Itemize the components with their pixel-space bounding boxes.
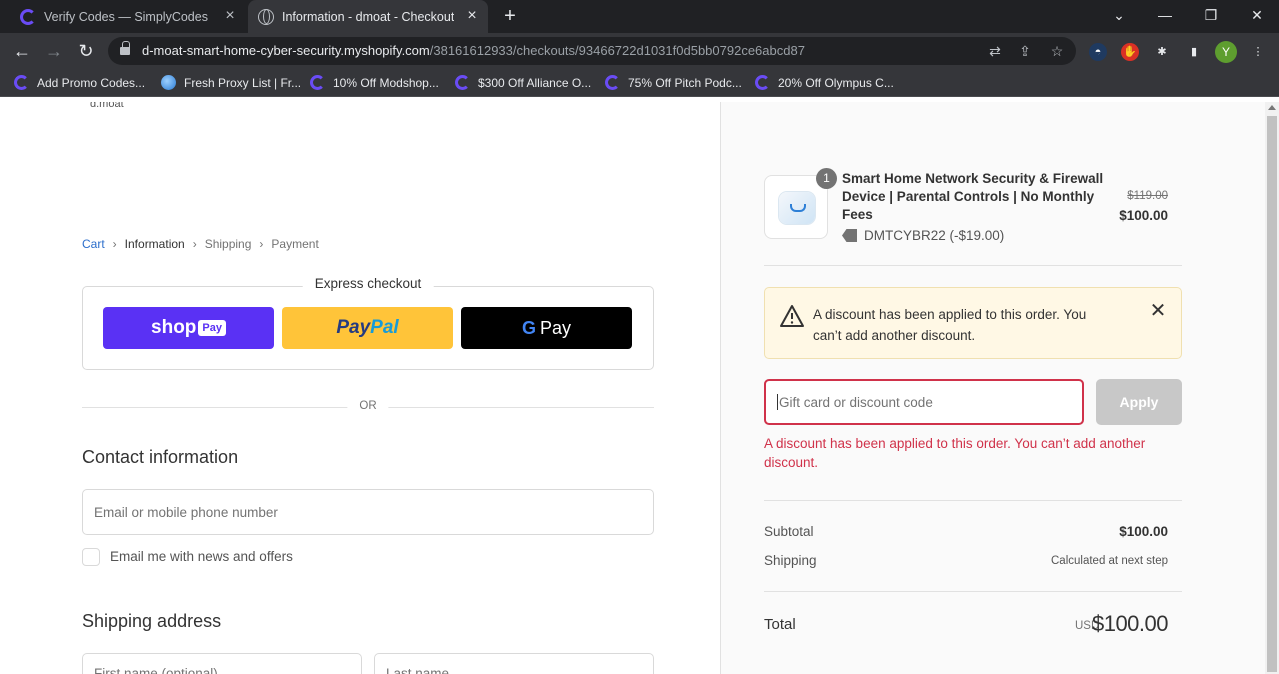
bookmark-item[interactable]: 10% Off Modshop... — [310, 75, 439, 90]
globe-icon — [161, 75, 176, 90]
forward-icon[interactable]: → — [42, 39, 66, 63]
bookmark-label: 20% Off Olympus C... — [778, 75, 894, 90]
or-text: OR — [347, 400, 389, 412]
first-name-field[interactable]: First name (optional) — [82, 653, 362, 674]
google-pay-button[interactable]: G Pay — [461, 307, 632, 349]
bookmark-label: 10% Off Modshop... — [333, 75, 439, 90]
paypal-label: Pal — [370, 317, 399, 338]
page-scrollbar[interactable] — [1265, 102, 1279, 674]
bookmark-item[interactable]: $300 Off Alliance O... — [455, 75, 591, 90]
scroll-thumb[interactable] — [1267, 116, 1277, 672]
menu-icon[interactable]: ⋮ — [1249, 43, 1267, 61]
simplycodes-icon — [310, 75, 325, 90]
lock-icon[interactable] — [120, 41, 130, 57]
google-icon: G — [521, 317, 536, 338]
shipping-address-title: Shipping address — [82, 611, 222, 631]
bookmarks-bar: Add Promo Codes... Fresh Proxy List | Fr… — [0, 69, 1279, 97]
bookmark-item[interactable]: 20% Off Olympus C... — [755, 75, 894, 90]
last-name-field[interactable]: Last name — [374, 653, 654, 674]
tab-search-icon[interactable]: ⌄ — [1105, 4, 1133, 26]
translate-icon[interactable]: ⇄ — [986, 42, 1004, 60]
chevron-right-icon: › — [112, 237, 117, 251]
back-icon[interactable]: ← — [10, 39, 34, 63]
bookmark-label: 75% Off Pitch Podc... — [628, 75, 742, 90]
breadcrumb-payment: Payment — [271, 237, 319, 251]
simplycodes-icon — [605, 75, 620, 90]
tab-title: Verify Codes — SimplyCodes — [44, 9, 208, 24]
browser-toolbar: ← → ↻ d-moat-smart-home-cyber-security.m… — [0, 33, 1279, 69]
email-field[interactable]: Email or mobile phone number — [82, 489, 654, 535]
bookmark-item[interactable]: Add Promo Codes... — [14, 75, 145, 90]
newsletter-checkbox[interactable] — [82, 548, 100, 566]
apply-button[interactable]: Apply — [1096, 379, 1182, 425]
close-icon[interactable]: × — [464, 8, 480, 24]
contact-title: Contact information — [82, 447, 239, 467]
extension-icon[interactable]: ◓ — [1089, 43, 1107, 61]
simplycodes-icon — [20, 8, 36, 25]
close-icon[interactable]: ✕ — [1149, 301, 1167, 321]
extension-icon[interactable]: ✋ — [1121, 43, 1139, 61]
simplycodes-icon — [455, 75, 470, 90]
logo-text: d.moat — [90, 102, 124, 110]
breadcrumb-information: Information — [124, 237, 185, 251]
close-icon[interactable]: × — [222, 8, 238, 24]
paypal-label: Pay — [336, 317, 371, 338]
first-name-placeholder: First name (optional) — [94, 666, 218, 674]
close-window-button[interactable]: ✕ — [1243, 4, 1271, 26]
checkout-main-content: d.moat Cart › Information › Shipping › P… — [0, 102, 720, 674]
puzzle-icon[interactable]: ✱ — [1153, 43, 1171, 61]
discount-code-placeholder: Gift card or discount code — [779, 394, 933, 410]
bookmark-item[interactable]: 75% Off Pitch Podc... — [605, 75, 742, 90]
breadcrumb-cart[interactable]: Cart — [82, 237, 105, 251]
last-name-placeholder: Last name — [386, 666, 450, 674]
tab-simplycodes[interactable]: Verify Codes — SimplyCodes × — [10, 0, 246, 33]
new-tab-button[interactable]: + — [499, 5, 521, 27]
shop-pay-button[interactable]: shop Pay — [103, 307, 274, 349]
tab-strip: Verify Codes — SimplyCodes × Information… — [0, 0, 1279, 33]
newsletter-label[interactable]: Email me with news and offers — [110, 549, 293, 564]
express-checkout-title: Express checkout — [302, 276, 434, 291]
shop-pay-label: shop — [151, 317, 197, 338]
bookmark-label: $300 Off Alliance O... — [478, 75, 592, 90]
breadcrumb-shipping: Shipping — [204, 237, 252, 251]
tab-checkout[interactable]: Information - dmoat - Checkout × — [248, 0, 488, 33]
star-icon[interactable]: ☆ — [1048, 42, 1066, 60]
side-panel-icon[interactable]: ▮ — [1185, 43, 1203, 61]
avatar[interactable]: Y — [1215, 41, 1237, 63]
shop-pay-chip: Pay — [198, 320, 226, 336]
simplycodes-icon — [755, 75, 770, 90]
discount-code-input[interactable]: Gift card or discount code — [764, 379, 1084, 425]
globe-icon — [258, 8, 274, 25]
breadcrumb: Cart › Information › Shipping › Payment — [82, 237, 319, 251]
reload-icon[interactable]: ↻ — [74, 39, 98, 63]
chevron-right-icon: › — [259, 237, 264, 251]
chevron-right-icon: › — [192, 237, 197, 251]
address-bar[interactable]: d-moat-smart-home-cyber-security.myshopi… — [108, 37, 1076, 65]
bookmark-label: Add Promo Codes... — [37, 75, 146, 90]
bookmark-item[interactable]: Fresh Proxy List | Fr... — [161, 75, 301, 90]
text-caret — [777, 394, 778, 410]
simplycodes-icon — [14, 75, 29, 90]
paypal-button[interactable]: Pay Pal — [282, 307, 453, 349]
email-placeholder: Email or mobile phone number — [94, 504, 278, 520]
store-logo[interactable]: d.moat — [82, 102, 144, 112]
bookmark-label: Fresh Proxy List | Fr... — [184, 75, 302, 90]
restore-button[interactable]: ❐ — [1197, 4, 1225, 26]
google-pay-label: Pay — [539, 317, 572, 338]
minimize-button[interactable]: — — [1151, 4, 1179, 26]
scroll-up-icon[interactable] — [1268, 105, 1276, 110]
tab-title: Information - dmoat - Checkout — [282, 9, 455, 24]
url-text[interactable]: d-moat-smart-home-cyber-security.myshopi… — [142, 43, 805, 58]
share-icon[interactable]: ⇪ — [1016, 42, 1034, 60]
